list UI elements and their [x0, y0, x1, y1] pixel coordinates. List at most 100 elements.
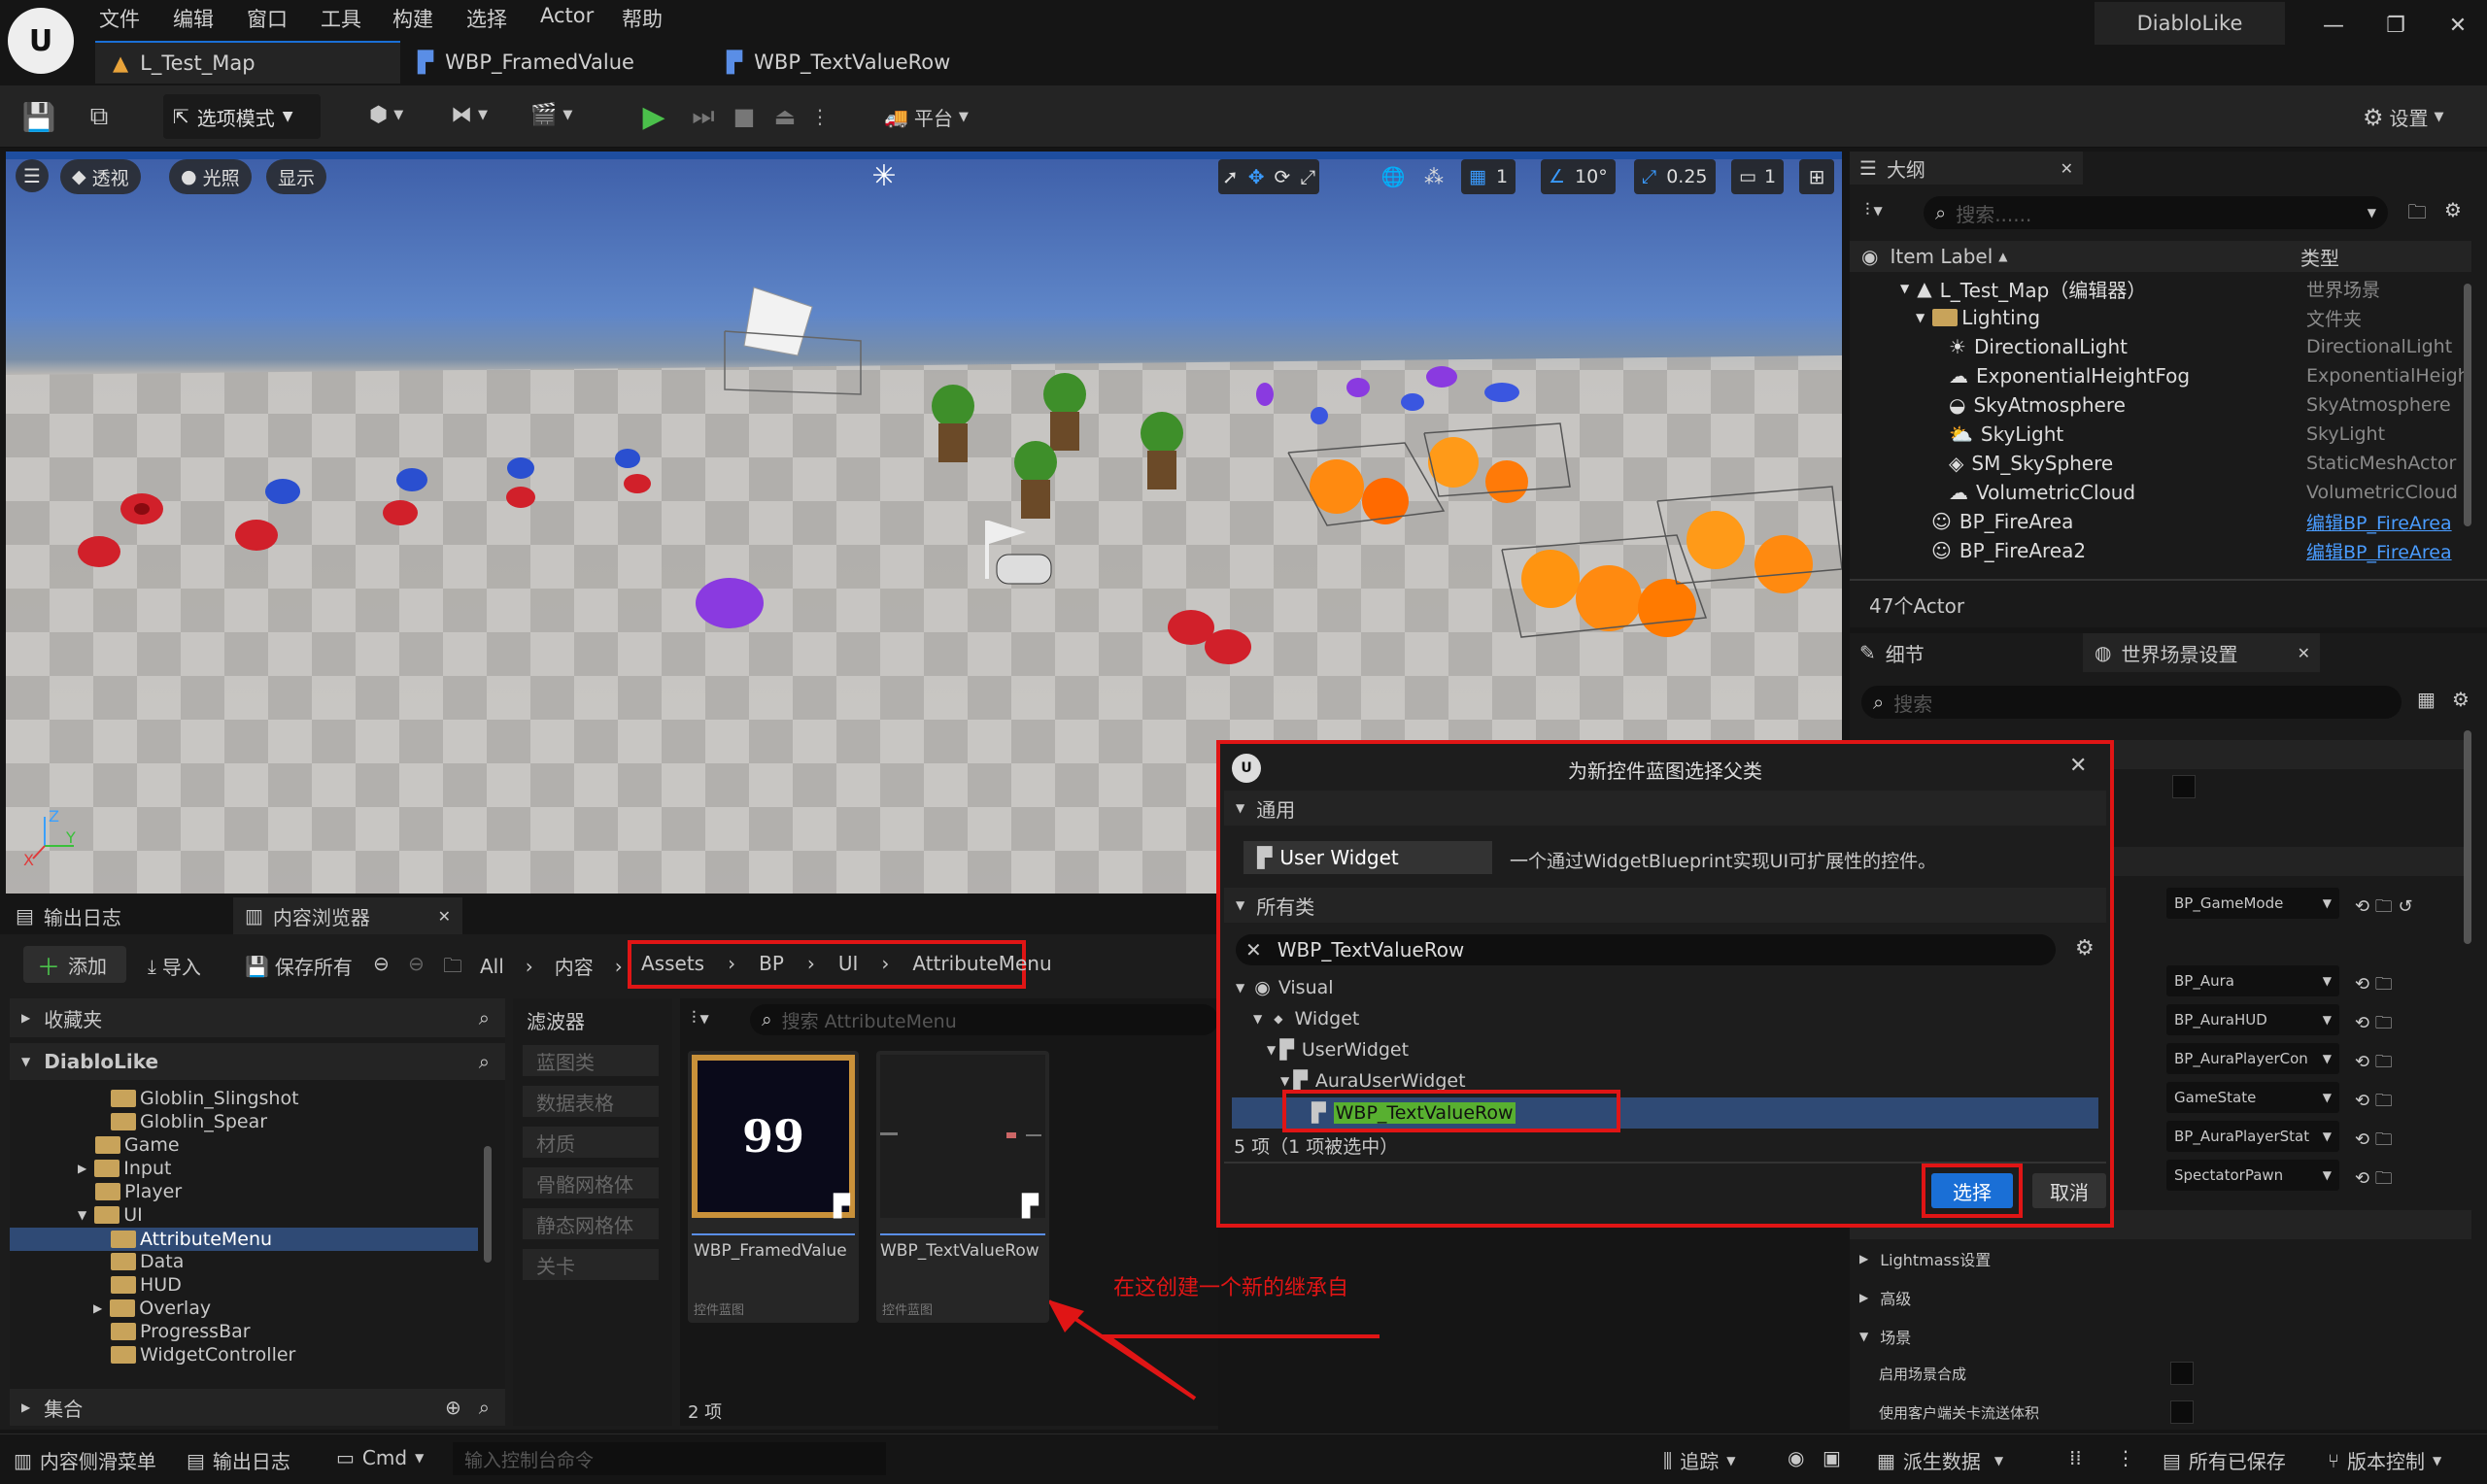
world-space-icon[interactable]: 🌐	[1378, 159, 1409, 194]
more-options-icon[interactable]: ⋮	[2116, 1446, 2135, 1469]
folder-item[interactable]: Globlin_Spear	[111, 1111, 267, 1132]
rotate-icon[interactable]: ⟳	[1275, 165, 1291, 188]
folder-item[interactable]: ▼ UI	[78, 1204, 143, 1226]
crumb-all[interactable]: All	[480, 955, 504, 978]
asset-filter-button[interactable]: ⫶ ▼	[692, 1008, 709, 1029]
lit-button[interactable]: ● 光照	[169, 159, 252, 194]
use-browse-icons[interactable]: ⟲ 🗀	[2355, 965, 2471, 1004]
filter-chip[interactable]: 数据表格	[523, 1086, 659, 1117]
checkbox[interactable]	[2172, 775, 2196, 798]
asset-search[interactable]: ⌕ 搜索 AttributeMenu	[750, 1004, 1218, 1035]
checkbox[interactable]	[2170, 1400, 2194, 1424]
surface-snap-icon[interactable]: ⁂	[1418, 159, 1449, 194]
folder-item[interactable]: HUD	[111, 1274, 182, 1296]
filter-chip[interactable]: 蓝图类	[523, 1045, 659, 1076]
gamestate-dropdown[interactable]: GameState ▼	[2166, 1082, 2339, 1113]
platform-button[interactable]: 🚚 平台 ▼	[884, 103, 969, 131]
outliner-row[interactable]: ☺ BP_FireArea2 编辑BP_FireArea	[1850, 536, 2452, 565]
content-browser-icon[interactable]: ⧉	[82, 99, 117, 134]
section-advanced[interactable]: ▶ 高级	[1859, 1286, 1911, 1309]
save-all-button[interactable]: 💾 保存所有	[245, 952, 353, 980]
outliner-row[interactable]: ◒ SkyAtmosphere SkyAtmosphere	[1850, 390, 2451, 420]
restore-icon[interactable]: ❐	[2367, 6, 2425, 45]
collections-header[interactable]: ▶ 集合 ⊕ ⌕	[10, 1389, 505, 1426]
crumb-attributemenu[interactable]: AttributeMenu	[912, 952, 1051, 975]
folder-item[interactable]: WidgetController	[111, 1344, 295, 1366]
close-icon[interactable]: ✕	[2298, 644, 2310, 662]
select-button[interactable]: 选择	[1931, 1173, 2013, 1208]
cancel-button[interactable]: 取消	[2032, 1173, 2106, 1208]
hud-dropdown[interactable]: BP_AuraHUD ▼	[2166, 1004, 2339, 1035]
player-controller-dropdown[interactable]: BP_AuraPlayerCon ▼	[2166, 1043, 2339, 1074]
viewport-menu-icon[interactable]: ☰	[16, 159, 49, 192]
menu-help[interactable]: 帮助	[622, 4, 663, 35]
tab-content-browser[interactable]: ▥ 内容浏览器 ✕	[233, 897, 462, 934]
scale-snap[interactable]: ⤢ 0.25	[1634, 159, 1716, 194]
col-type[interactable]: 类型	[2300, 243, 2339, 271]
screenshot-icon[interactable]: ▣	[1823, 1446, 1841, 1469]
tree-scrollbar[interactable]	[484, 1146, 492, 1263]
player-state-dropdown[interactable]: BP_AuraPlayerStat ▼	[2166, 1121, 2339, 1152]
folder-icon[interactable]: 🗀	[443, 952, 462, 985]
tab-world-settings[interactable]: ◍ 世界场景设置 ✕	[2083, 633, 2320, 672]
menu-window[interactable]: 窗口	[247, 4, 288, 35]
stop-icon[interactable]: ■	[727, 99, 762, 134]
table-view-icon[interactable]: ▦	[2417, 688, 2436, 711]
crumb-assets[interactable]: Assets	[641, 952, 704, 975]
derived-data-button[interactable]: ▦ 派生数据 ▼	[1877, 1446, 2003, 1474]
use-browse-icons[interactable]: ⟲ 🗀 ↺	[2355, 888, 2471, 927]
mode-selector[interactable]: ⇱ 选项模式 ▼	[163, 94, 321, 139]
common-section-header[interactable]: ▼ 通用	[1224, 791, 2106, 826]
edit-blueprint-link[interactable]: 编辑BP_FireArea	[2306, 509, 2452, 535]
perspective-button[interactable]: ◆ 透视	[60, 159, 141, 194]
search-icon[interactable]: ⌕	[479, 1396, 490, 1419]
crumb-bp[interactable]: BP	[759, 952, 784, 975]
unreal-logo-icon[interactable]: U	[8, 8, 74, 74]
all-classes-section-header[interactable]: ▼ 所有类	[1224, 888, 2106, 923]
console-input[interactable]: 输入控制台命令	[453, 1442, 886, 1475]
user-widget-button[interactable]: ▛ User Widget	[1244, 841, 1492, 874]
folder-item[interactable]: Player	[95, 1181, 182, 1202]
settings-button[interactable]: ⚙ 设置 ▼	[2363, 103, 2444, 131]
class-row[interactable]: ▼ ◉ Visual	[1236, 977, 1334, 998]
folder-item-selected[interactable]: AttributeMenu	[10, 1228, 478, 1251]
gear-icon[interactable]: ⚙	[2452, 688, 2470, 711]
gamemode-dropdown[interactable]: BP_GameMode ▼	[2166, 888, 2339, 919]
cmd-selector[interactable]: ▭ Cmd ▼	[336, 1446, 424, 1469]
translate-icon[interactable]: ✥	[1248, 165, 1265, 188]
close-icon[interactable]: ✕	[2429, 6, 2487, 45]
camera-speed[interactable]: ▭ 1	[1731, 159, 1785, 194]
tab-output-log[interactable]: ▤ 输出日志	[0, 897, 233, 934]
project-header[interactable]: ▼ DiabloLike ⌕	[10, 1043, 505, 1080]
favorites-header[interactable]: ▶ 收藏夹 ⌕	[10, 998, 505, 1037]
layout-icon[interactable]: ⊞	[1799, 159, 1834, 194]
add-actor-button[interactable]: ⬢ ▼	[369, 103, 403, 127]
tab-level[interactable]: ▲ L_Test_Map	[95, 41, 400, 84]
class-search-input[interactable]: ✕ WBP_TextValueRow	[1236, 934, 2056, 965]
clear-icon[interactable]: ✕	[1245, 938, 1262, 961]
show-button[interactable]: 显示	[266, 159, 327, 194]
outliner-scrollbar[interactable]	[2464, 284, 2471, 526]
folder-item[interactable]: ▶ Input	[78, 1158, 171, 1179]
class-row[interactable]: ▼ ◆ Widget	[1253, 1008, 1359, 1029]
use-browse-icons[interactable]: ⟲ 🗀	[2355, 1082, 2471, 1121]
outliner-row[interactable]: ☁ ExponentialHeightFog ExponentialHeight	[1850, 361, 2468, 390]
menu-tools[interactable]: 工具	[321, 4, 361, 35]
close-icon[interactable]: ✕	[2061, 159, 2073, 178]
folder-item[interactable]: ▶ Overlay	[93, 1298, 211, 1319]
filter-chip[interactable]: 关卡	[523, 1249, 659, 1280]
gear-icon[interactable]: ⚙	[2075, 936, 2095, 961]
folder-item[interactable]: Data	[111, 1251, 184, 1272]
close-icon[interactable]: ✕	[2069, 754, 2087, 778]
filter-chip[interactable]: 静态网格体	[523, 1208, 659, 1239]
outliner-search[interactable]: ⌕ 搜索...... ▼	[1924, 196, 2388, 229]
asset-tile[interactable]: 99 ▛ WBP_FramedValue 控件蓝图	[688, 1051, 859, 1323]
close-icon[interactable]: ✕	[438, 907, 451, 926]
tab-details[interactable]: ✎ 细节	[1850, 633, 2083, 672]
tab-wbp-textvaluerow[interactable]: ▛ WBP_TextValueRow	[709, 41, 1020, 84]
menu-edit[interactable]: 编辑	[173, 4, 214, 35]
menu-select[interactable]: 选择	[466, 4, 507, 35]
record-icon[interactable]: ◉	[1788, 1446, 1804, 1469]
scale-icon[interactable]: ⤢	[1300, 165, 1315, 188]
outliner-row[interactable]: ▼ Lighting 文件夹	[1850, 303, 2362, 332]
